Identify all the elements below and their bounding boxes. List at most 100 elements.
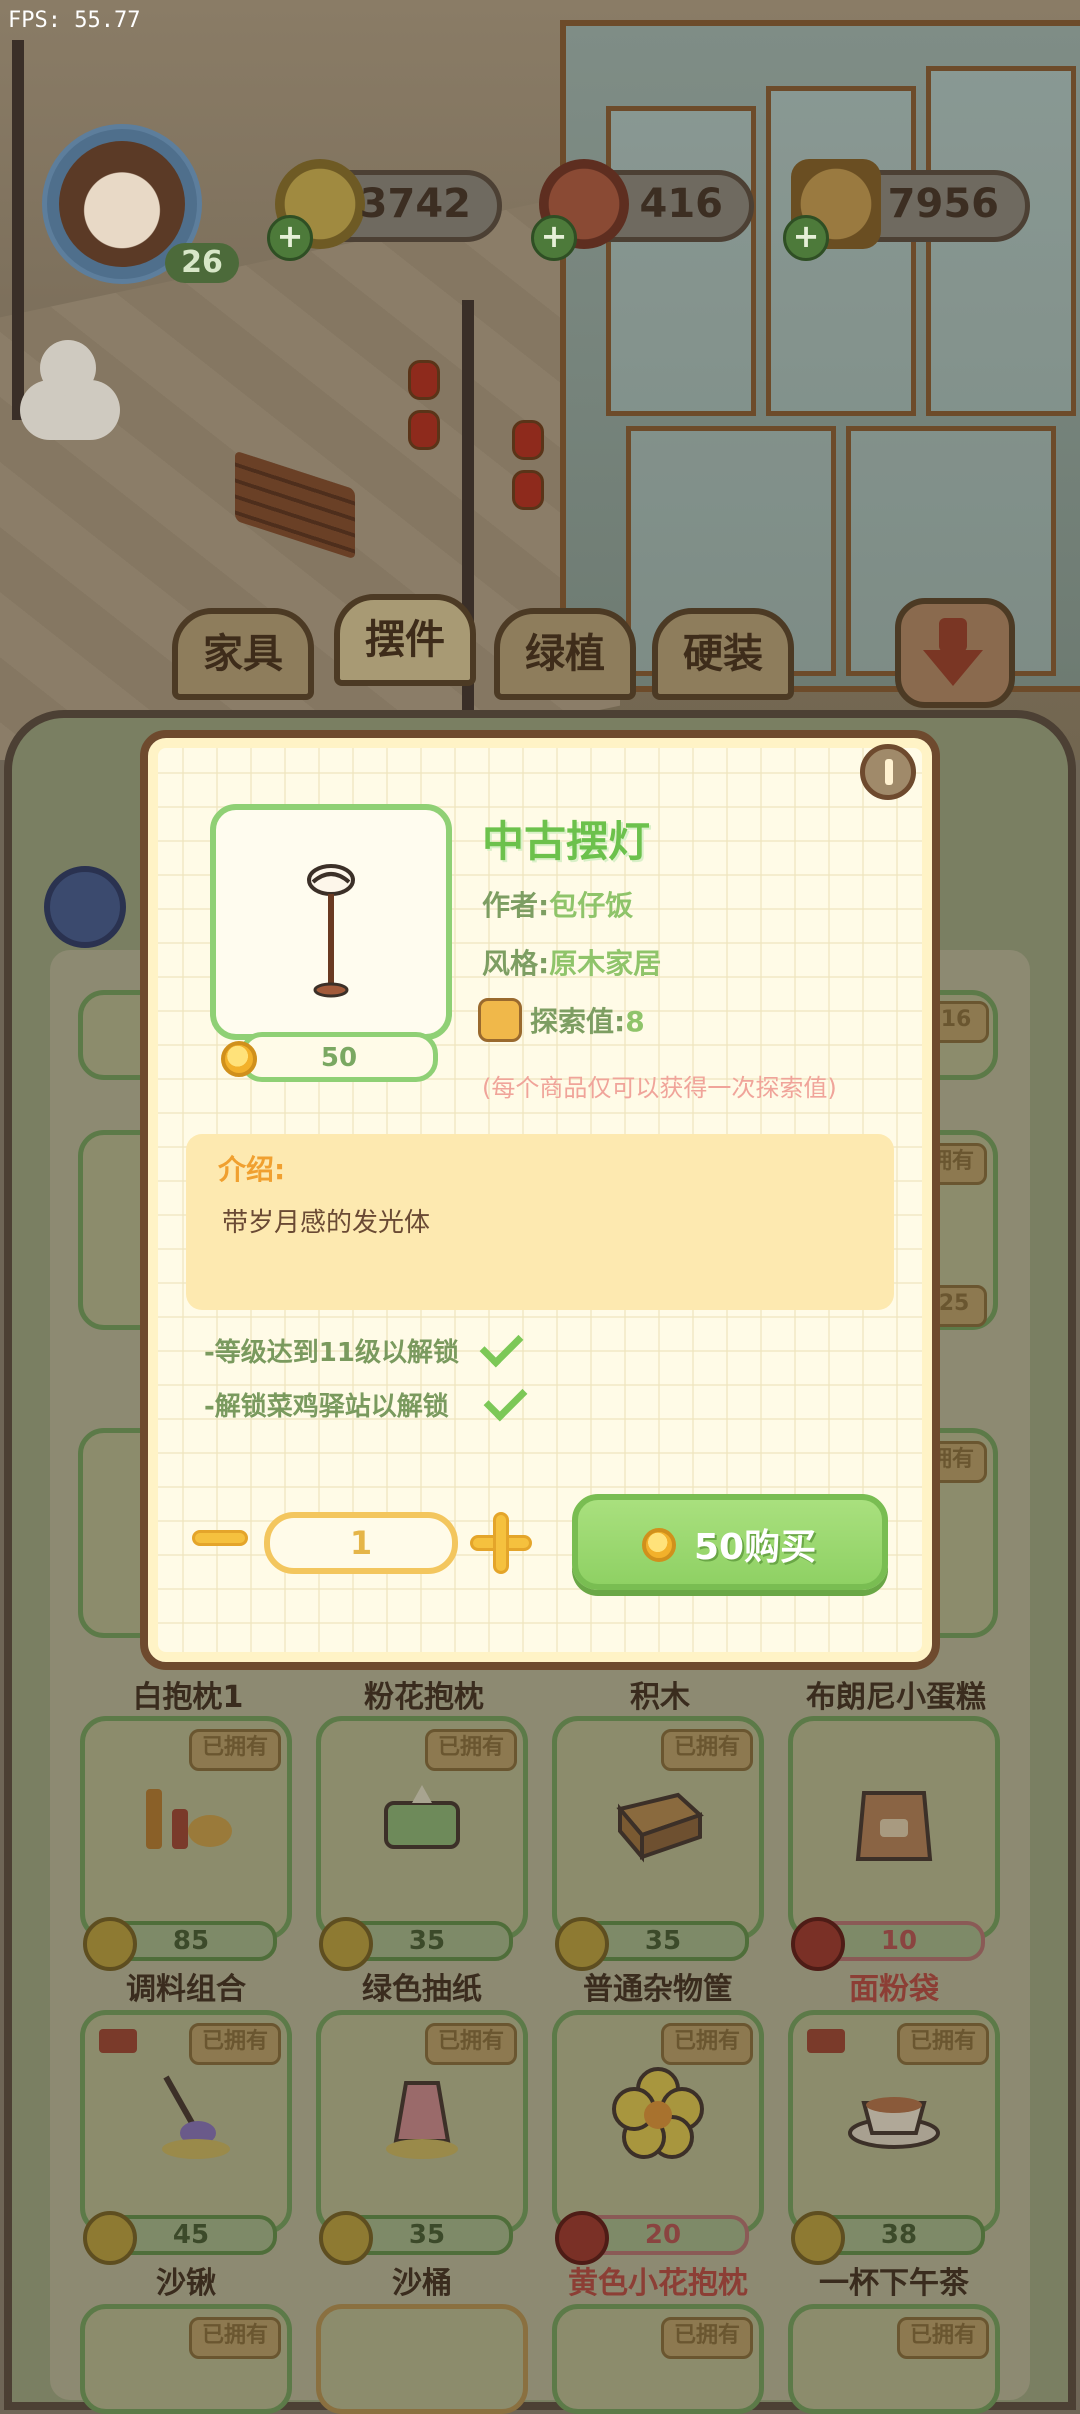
price-tag: 35: [319, 1917, 513, 1971]
coin-icon: [642, 1528, 676, 1562]
coin-icon: [791, 2211, 845, 2265]
shop-item-name: 粉花抱枕: [364, 1680, 484, 1715]
shop-item-name: 普通杂物筐: [583, 1972, 733, 2007]
quantity-input[interactable]: 1: [264, 1512, 458, 1574]
shop-item-name: 布朗尼小蛋糕: [806, 1680, 986, 1715]
avatar-portrait: [59, 141, 185, 267]
coin-icon: [319, 2211, 373, 2265]
shop-item-name: 黄色小花抱枕: [568, 2266, 748, 2301]
tab-decorations[interactable]: 摆件: [334, 594, 476, 686]
spice-set-icon: [146, 1789, 232, 1850]
price-tag: 38: [791, 2211, 985, 2265]
explore-book-icon: [478, 998, 522, 1042]
decrease-quantity-button[interactable]: [192, 1530, 248, 1546]
coin-icon: [221, 1041, 257, 1077]
price-tag: 85: [83, 1917, 277, 1971]
intro-text: 带岁月感的发光体: [222, 1208, 431, 1238]
shop-item-card[interactable]: 已拥有 35: [316, 1716, 528, 1971]
shop-item-name: 沙锹: [156, 2266, 216, 2301]
owned-badge: 已拥有: [425, 2023, 517, 2065]
shop-item-name: 一杯下午茶: [819, 2266, 969, 2301]
sand-bucket-icon: [386, 2081, 458, 2160]
owned-badge: 已拥有: [661, 1729, 753, 1771]
owned-badge: 已拥有: [189, 2023, 281, 2065]
shop-item-card[interactable]: 已拥有 85: [80, 1716, 292, 1971]
collapse-panel-button[interactable]: [895, 598, 1015, 708]
explore-value-line: 探索值:8: [530, 1005, 645, 1038]
price-tag: 35: [319, 2211, 513, 2265]
coin-icon: [83, 1917, 137, 1971]
intro-title: 介绍:: [218, 1153, 286, 1186]
red-lantern: [512, 470, 544, 510]
shop-item-name: 绿色抽纸: [362, 1972, 482, 2007]
owned-badge: 已拥有: [189, 2317, 281, 2359]
requirement-station: -解锁菜鸡驿站以解锁: [204, 1392, 449, 1422]
buy-button-label: 50购买: [694, 1527, 817, 1568]
buy-button[interactable]: 50购买: [572, 1494, 888, 1590]
shop-item-card[interactable]: 已拥有 45: [80, 2010, 292, 2265]
shop-item-card[interactable]: 10: [788, 1716, 1000, 1971]
red-lantern: [512, 420, 544, 460]
requirement-level: -等级达到11级以解锁: [204, 1338, 459, 1368]
close-button[interactable]: [860, 744, 916, 800]
shop-item-card[interactable]: 已拥有 38: [788, 2010, 1000, 2265]
shop-item-name: 白抱枕1: [132, 1680, 244, 1715]
shop-item-name: 面粉袋: [849, 1972, 939, 2007]
price-tag: 45: [83, 2211, 277, 2265]
sand-shovel-icon: [162, 2075, 230, 2160]
add-gold-button[interactable]: +: [267, 215, 313, 261]
author-line: 作者:包仔饭: [482, 889, 634, 922]
search-icon[interactable]: [44, 866, 126, 948]
price-tag: 20: [555, 2211, 749, 2265]
shop-item-card[interactable]: 已拥有 20: [552, 2010, 764, 2265]
explore-points-counter[interactable]: + 7956: [783, 159, 1030, 261]
explore-points-value: 7956: [887, 181, 999, 227]
explore-note: (每个商品仅可以获得一次探索值): [482, 1074, 837, 1102]
cherry-lock-icon: [791, 1917, 845, 1971]
add-explore-button[interactable]: +: [783, 215, 829, 261]
owned-badge: 已拥有: [189, 1729, 281, 1771]
close-icon: [885, 759, 893, 785]
style-line: 风格:原木家居: [482, 947, 662, 980]
cherry-lock-icon: [555, 2211, 609, 2265]
meat-counter[interactable]: + 416: [531, 159, 754, 261]
shop-item-card[interactable]: 已拥有 35: [552, 1716, 764, 1971]
shop-item-card[interactable]: [316, 2304, 528, 2414]
owned-badge: 已拥有: [425, 1729, 517, 1771]
shop-item-card[interactable]: 已拥有: [80, 2304, 292, 2414]
product-price-tag: 50: [221, 1032, 438, 1082]
add-meat-button[interactable]: +: [531, 215, 577, 261]
price-tag: 35: [555, 1917, 749, 1971]
tab-furniture[interactable]: 家具: [172, 608, 314, 700]
increase-quantity-button[interactable]: [470, 1512, 532, 1574]
floor-lamp-icon: [307, 864, 355, 998]
shop-item-name: 沙桶: [392, 2266, 452, 2301]
tab-hard-decor[interactable]: 硬装: [652, 608, 794, 700]
shop-item-name: 积木: [630, 1680, 690, 1715]
shop-item-card[interactable]: 已拥有: [788, 2304, 1000, 2414]
product-image-frame: [210, 804, 452, 1040]
flour-sack-icon: [855, 1791, 933, 1862]
storage-basket-icon: [616, 1793, 704, 1863]
arrow-down-icon: [923, 618, 983, 686]
price-tag: 10: [791, 1917, 985, 1971]
gold-coin-counter[interactable]: + 3742: [267, 159, 502, 261]
owned-badge: 已拥有: [661, 2317, 753, 2359]
coin-icon: [555, 1917, 609, 1971]
red-lantern: [408, 360, 440, 400]
owned-badge: 已拥有: [897, 2317, 989, 2359]
delivery-truck-icon: [99, 2029, 137, 2053]
glasshouse: [560, 20, 1080, 692]
tab-plants[interactable]: 绿植: [494, 608, 636, 700]
shop-item-card[interactable]: 已拥有: [552, 2304, 764, 2414]
product-title: 中古摆灯: [482, 817, 651, 866]
coin-icon: [83, 2211, 137, 2265]
shop-item-card[interactable]: 已拥有 35: [316, 2010, 528, 2265]
coin-icon: [319, 1917, 373, 1971]
street-lamp: [12, 40, 24, 420]
gold-coin-value: 3742: [359, 181, 471, 227]
delivery-truck-icon: [807, 2029, 845, 2053]
owned-badge: 已拥有: [661, 2023, 753, 2065]
afternoon-tea-icon: [848, 2097, 940, 2150]
player-level-badge: 26: [165, 243, 239, 283]
